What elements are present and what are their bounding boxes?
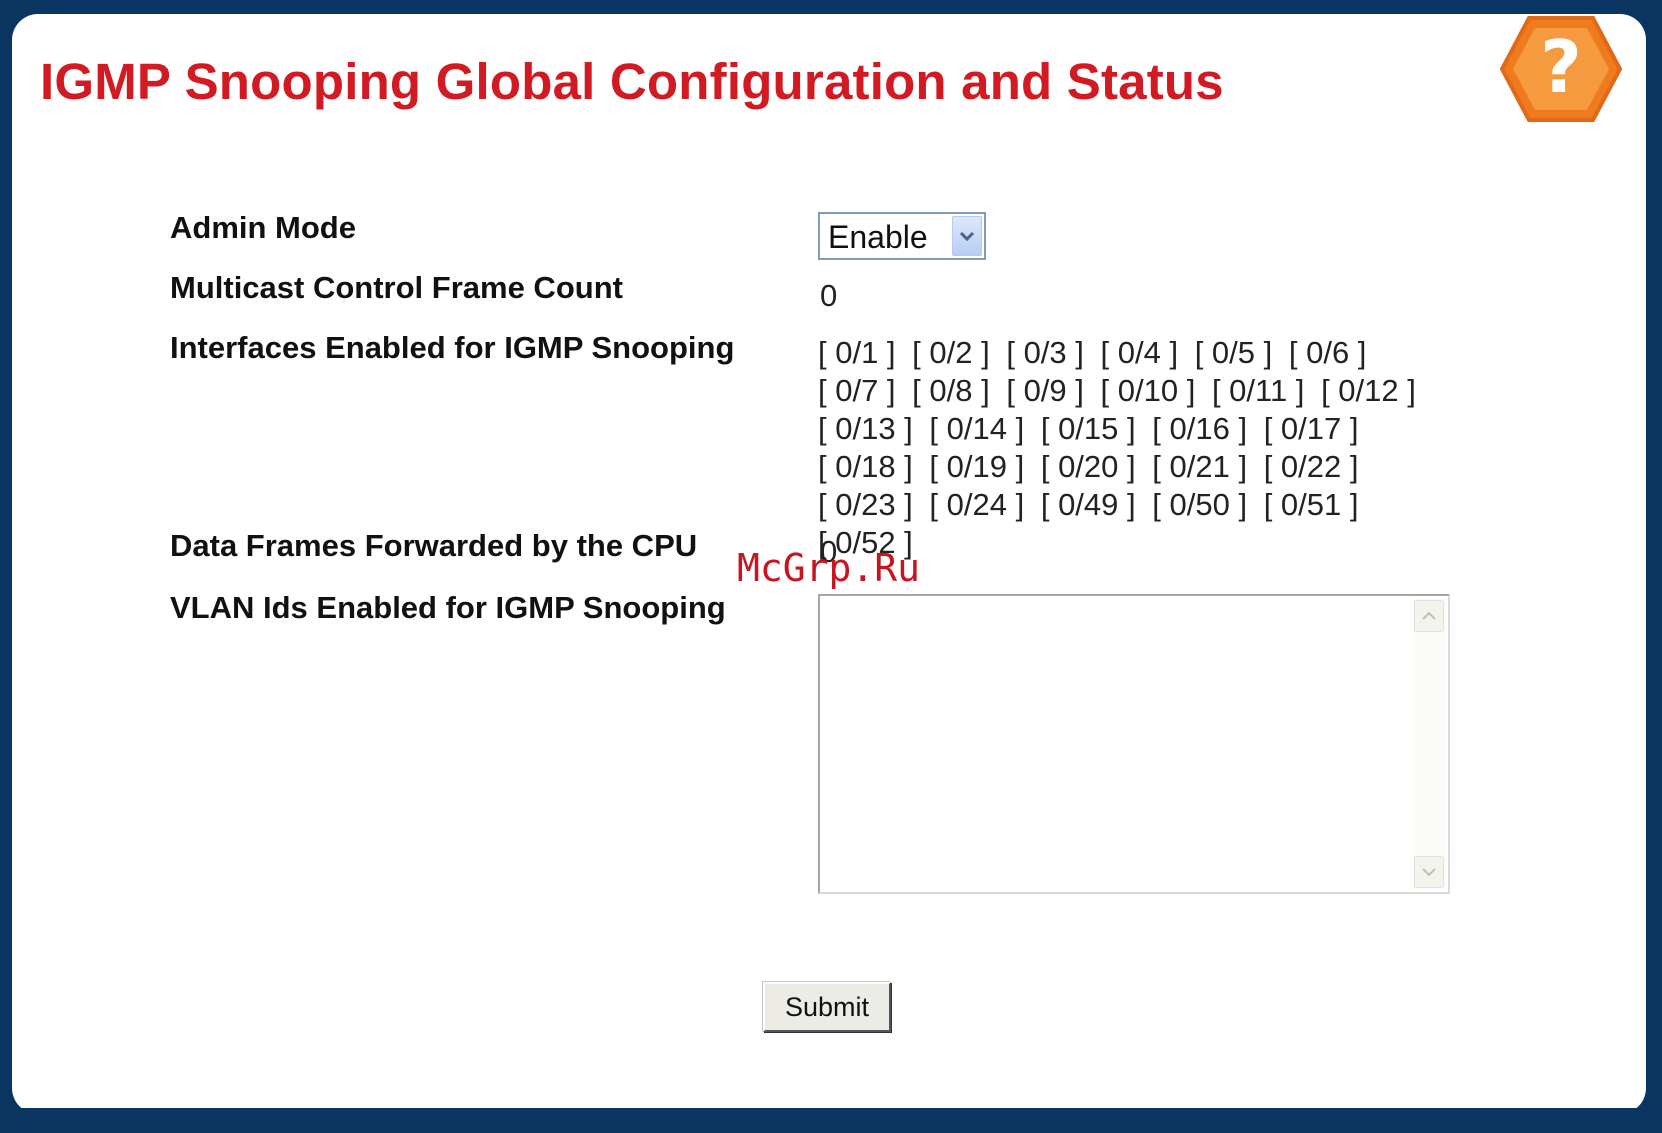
- interface-item: [ 0/15 ]: [1040, 411, 1136, 446]
- chevron-down-icon[interactable]: [952, 216, 982, 256]
- interface-item: [ 0/19 ]: [929, 449, 1025, 484]
- interface-item: [ 0/14 ]: [929, 411, 1025, 446]
- interface-item: [ 0/23 ]: [818, 487, 913, 522]
- interface-item: [ 0/18 ]: [818, 449, 913, 484]
- interface-item: [ 0/2 ]: [912, 335, 990, 370]
- interface-item: [ 0/11 ]: [1211, 373, 1305, 408]
- vlan-ids-textarea[interactable]: [818, 594, 1450, 894]
- interface-item: [ 0/17 ]: [1263, 411, 1359, 446]
- interface-item: [ 0/49 ]: [1040, 487, 1136, 522]
- interfaces-enabled-list: [ 0/1 ] [ 0/2 ] [ 0/3 ] [ 0/4 ] [ 0/5 ] …: [818, 334, 1458, 562]
- interfaces-enabled-label: Interfaces Enabled for IGMP Snooping: [170, 330, 735, 365]
- data-frames-forwarded-label: Data Frames Forwarded by the CPU: [170, 528, 698, 563]
- admin-mode-label: Admin Mode: [170, 210, 356, 245]
- interface-item: [ 0/24 ]: [929, 487, 1025, 522]
- help-question-icon[interactable]: ?: [1498, 12, 1624, 126]
- interface-item: [ 0/50 ]: [1152, 487, 1248, 522]
- page-title: IGMP Snooping Global Configuration and S…: [40, 53, 1224, 110]
- multicast-control-frame-count-value: 0: [820, 278, 838, 313]
- admin-mode-select[interactable]: Enable: [818, 212, 986, 260]
- submit-button[interactable]: Submit: [763, 982, 891, 1032]
- panel-bottom-border: [12, 1108, 1646, 1133]
- admin-mode-selected-value: Enable: [828, 219, 928, 255]
- interface-item: [ 0/12 ]: [1321, 373, 1416, 408]
- vlan-ids-enabled-label: VLAN Ids Enabled for IGMP Snooping: [170, 590, 726, 625]
- interface-item: [ 0/13 ]: [818, 411, 913, 446]
- scroll-up-button[interactable]: [1414, 600, 1444, 632]
- scroll-down-button[interactable]: [1414, 856, 1444, 888]
- interface-item: [ 0/7 ]: [818, 373, 896, 408]
- interface-item: [ 0/8 ]: [912, 373, 990, 408]
- interface-item: [ 0/3 ]: [1006, 335, 1084, 370]
- interface-item: [ 0/51 ]: [1263, 487, 1359, 522]
- interface-item: [ 0/21 ]: [1152, 449, 1248, 484]
- interface-item: [ 0/10 ]: [1100, 373, 1196, 408]
- watermark-text: McGrp.Ru: [737, 546, 921, 590]
- interface-item: [ 0/20 ]: [1040, 449, 1136, 484]
- interface-item: [ 0/22 ]: [1263, 449, 1359, 484]
- interface-item: [ 0/9 ]: [1006, 373, 1084, 408]
- interface-item: [ 0/5 ]: [1194, 335, 1273, 370]
- multicast-control-frame-count-label: Multicast Control Frame Count: [170, 270, 623, 305]
- svg-text:?: ?: [1540, 25, 1582, 109]
- interface-item: [ 0/6 ]: [1288, 335, 1367, 370]
- interface-item: [ 0/1 ]: [818, 335, 896, 370]
- interface-item: [ 0/4 ]: [1100, 335, 1179, 370]
- vertical-scrollbar[interactable]: [1412, 598, 1446, 890]
- interface-item: [ 0/16 ]: [1152, 411, 1248, 446]
